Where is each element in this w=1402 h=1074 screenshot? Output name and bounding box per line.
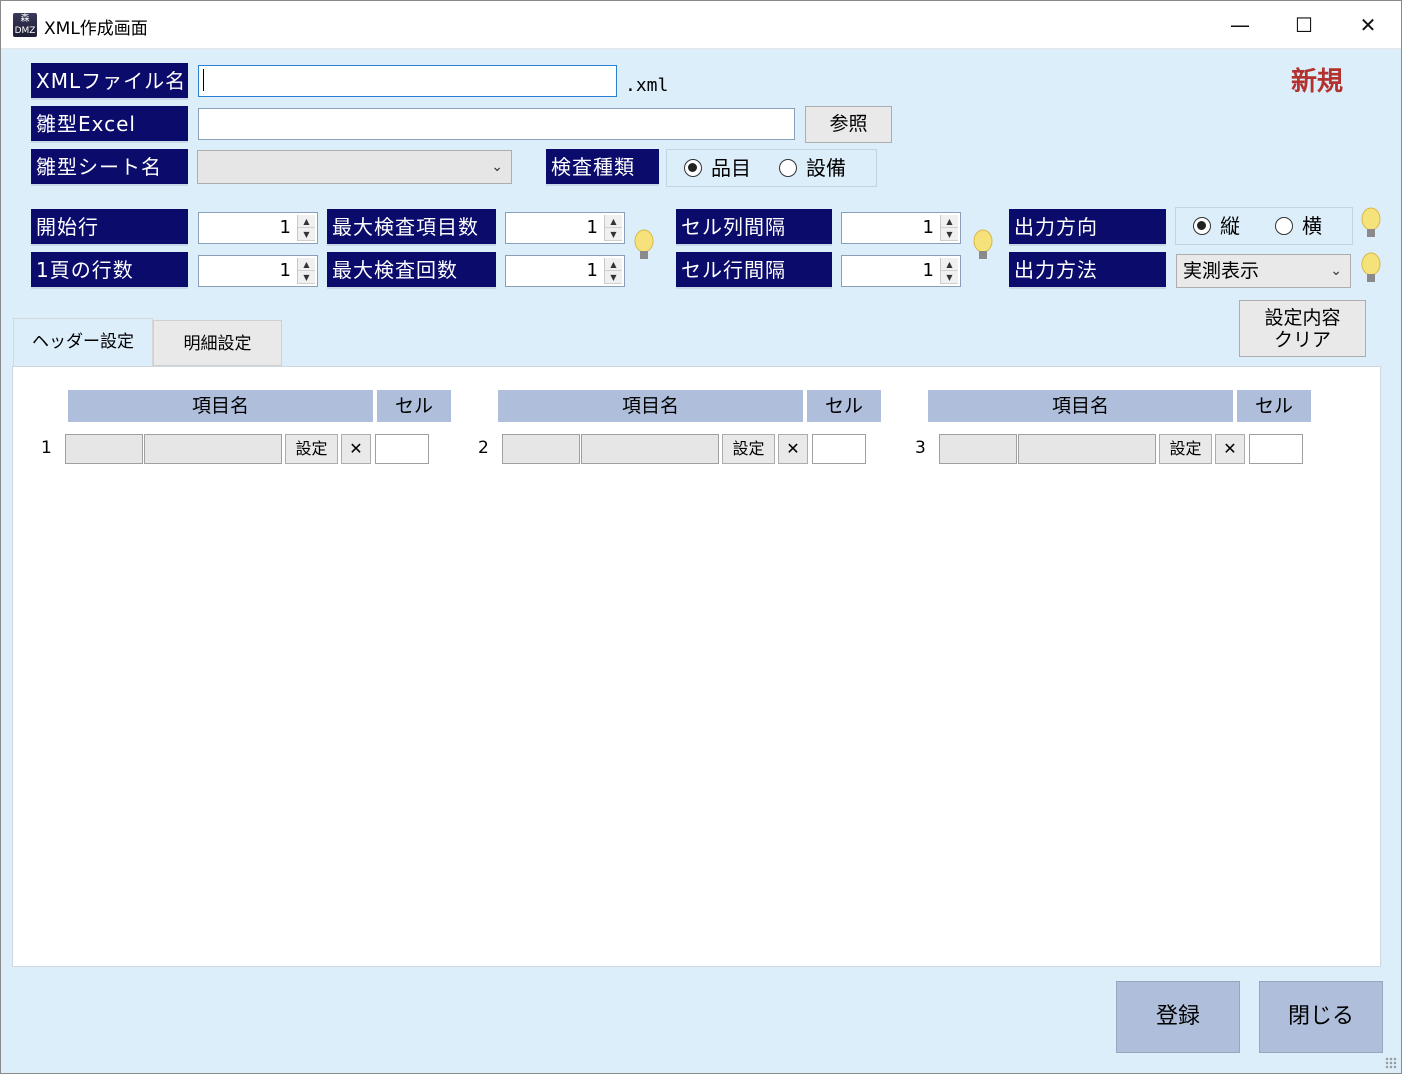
- cell-row-interval-value: 1: [922, 260, 934, 281]
- inspection-type-item-radio[interactable]: [684, 159, 702, 177]
- delete-icon[interactable]: ✕: [778, 434, 808, 464]
- set-button[interactable]: 設定: [285, 434, 338, 464]
- inspection-type-equipment-label: 設備: [806, 156, 846, 180]
- inspection-type-equipment-radio[interactable]: [779, 159, 797, 177]
- output-direction-group: 縦 横: [1175, 207, 1353, 245]
- spinner-arrows[interactable]: ▲ ▼: [940, 258, 958, 284]
- template-excel-label: 雛型Excel: [31, 106, 188, 143]
- cell-col-interval-label: セル列間隔: [676, 209, 832, 246]
- output-method-value: 実測表示: [1183, 260, 1260, 282]
- row-number: 1: [41, 438, 52, 458]
- max-count-value: 1: [586, 260, 598, 281]
- start-row-spinner[interactable]: 1 ▲ ▼: [198, 212, 318, 244]
- clear-settings-line2: クリア: [1273, 329, 1331, 351]
- column-header-cell: セル: [1237, 390, 1311, 422]
- title-bar: 森 DMZ XML作成画面 — ☐ ✕: [1, 1, 1401, 49]
- cell-address-input[interactable]: [1249, 434, 1303, 464]
- item-name-field[interactable]: [1018, 434, 1156, 464]
- item-code-field[interactable]: [939, 434, 1017, 464]
- cell-row-interval-spinner[interactable]: 1 ▲ ▼: [841, 255, 961, 287]
- output-direction-horizontal-radio[interactable]: [1275, 217, 1293, 235]
- xml-extension-label: .xml: [625, 75, 669, 96]
- xml-create-window: 森 DMZ XML作成画面 — ☐ ✕ XMLファイル名 .xml 新規 雛型Ex…: [0, 0, 1402, 1074]
- cell-col-interval-value: 1: [922, 217, 934, 238]
- hint-bulb-icon[interactable]: [972, 229, 994, 265]
- spinner-arrows[interactable]: ▲ ▼: [297, 258, 315, 284]
- inspection-type-label: 検査種類: [546, 149, 659, 186]
- max-count-spinner[interactable]: 1 ▲ ▼: [505, 255, 625, 287]
- delete-icon[interactable]: ✕: [1215, 434, 1245, 464]
- cell-address-input[interactable]: [812, 434, 866, 464]
- chevron-down-icon: ⌄: [1330, 263, 1342, 279]
- item-name-field[interactable]: [144, 434, 282, 464]
- spinner-arrows[interactable]: ▲ ▼: [604, 258, 622, 284]
- set-button[interactable]: 設定: [1159, 434, 1212, 464]
- item-code-field[interactable]: [502, 434, 580, 464]
- hint-bulb-icon[interactable]: [1360, 252, 1382, 288]
- chevron-down-icon: ⌄: [491, 159, 503, 175]
- template-sheet-label: 雛型シート名: [31, 149, 188, 186]
- output-method-label: 出力方法: [1009, 252, 1166, 289]
- minimize-button[interactable]: —: [1208, 1, 1272, 49]
- inspection-type-group: 品目 設備: [666, 149, 877, 187]
- register-button[interactable]: 登録: [1116, 981, 1240, 1053]
- browse-button[interactable]: 参照: [805, 106, 892, 143]
- resize-grip-icon[interactable]: [1385, 1057, 1397, 1069]
- row-number: 2: [478, 438, 489, 458]
- spinner-arrows[interactable]: ▲ ▼: [940, 215, 958, 241]
- column-header-cell: セル: [377, 390, 451, 422]
- rows-per-page-value: 1: [279, 260, 291, 281]
- window-title: XML作成画面: [44, 19, 148, 39]
- set-button[interactable]: 設定: [722, 434, 775, 464]
- start-row-value: 1: [279, 217, 291, 238]
- tab-header-settings[interactable]: ヘッダー設定: [13, 318, 153, 366]
- item-code-field[interactable]: [65, 434, 143, 464]
- item-name-field[interactable]: [581, 434, 719, 464]
- rows-per-page-spinner[interactable]: 1 ▲ ▼: [198, 255, 318, 287]
- start-row-label: 開始行: [31, 209, 188, 246]
- max-count-label: 最大検査回数: [327, 252, 496, 289]
- max-items-label: 最大検査項目数: [327, 209, 496, 246]
- close-window-button[interactable]: ✕: [1336, 1, 1400, 49]
- clear-settings-button[interactable]: 設定内容 クリア: [1239, 300, 1366, 357]
- max-items-value: 1: [586, 217, 598, 238]
- column-header-item-name: 項目名: [498, 390, 803, 422]
- rows-per-page-label: 1頁の行数: [31, 252, 188, 289]
- xml-file-name-input[interactable]: [198, 65, 617, 97]
- cell-col-interval-spinner[interactable]: 1 ▲ ▼: [841, 212, 961, 244]
- xml-file-name-label: XMLファイル名: [31, 63, 188, 100]
- mode-indicator: 新規: [1291, 67, 1344, 97]
- output-method-select[interactable]: 実測表示 ⌄: [1176, 254, 1351, 288]
- template-sheet-select[interactable]: ⌄: [197, 150, 512, 184]
- app-logo-icon: 森 DMZ: [13, 13, 37, 37]
- column-header-item-name: 項目名: [928, 390, 1233, 422]
- column-header-item-name: 項目名: [68, 390, 373, 422]
- spinner-arrows[interactable]: ▲ ▼: [297, 215, 315, 241]
- tab-detail-settings[interactable]: 明細設定: [153, 320, 282, 366]
- hint-bulb-icon[interactable]: [633, 229, 655, 265]
- row-number: 3: [915, 438, 926, 458]
- output-direction-label: 出力方向: [1009, 209, 1166, 246]
- output-direction-vertical-radio[interactable]: [1193, 217, 1211, 235]
- column-header-cell: セル: [807, 390, 881, 422]
- output-direction-horizontal-label: 横: [1302, 214, 1322, 238]
- maximize-button[interactable]: ☐: [1272, 1, 1336, 49]
- text-caret: [203, 69, 204, 91]
- close-button[interactable]: 閉じる: [1259, 981, 1383, 1053]
- hint-bulb-icon[interactable]: [1360, 207, 1382, 243]
- max-items-spinner[interactable]: 1 ▲ ▼: [505, 212, 625, 244]
- inspection-type-item-label: 品目: [711, 156, 751, 180]
- cell-row-interval-label: セル行間隔: [676, 252, 832, 289]
- spinner-arrows[interactable]: ▲ ▼: [604, 215, 622, 241]
- delete-icon[interactable]: ✕: [341, 434, 371, 464]
- clear-settings-line1: 設定内容: [1264, 307, 1341, 329]
- output-direction-vertical-label: 縦: [1220, 214, 1240, 238]
- cell-address-input[interactable]: [375, 434, 429, 464]
- template-excel-input[interactable]: [198, 108, 795, 140]
